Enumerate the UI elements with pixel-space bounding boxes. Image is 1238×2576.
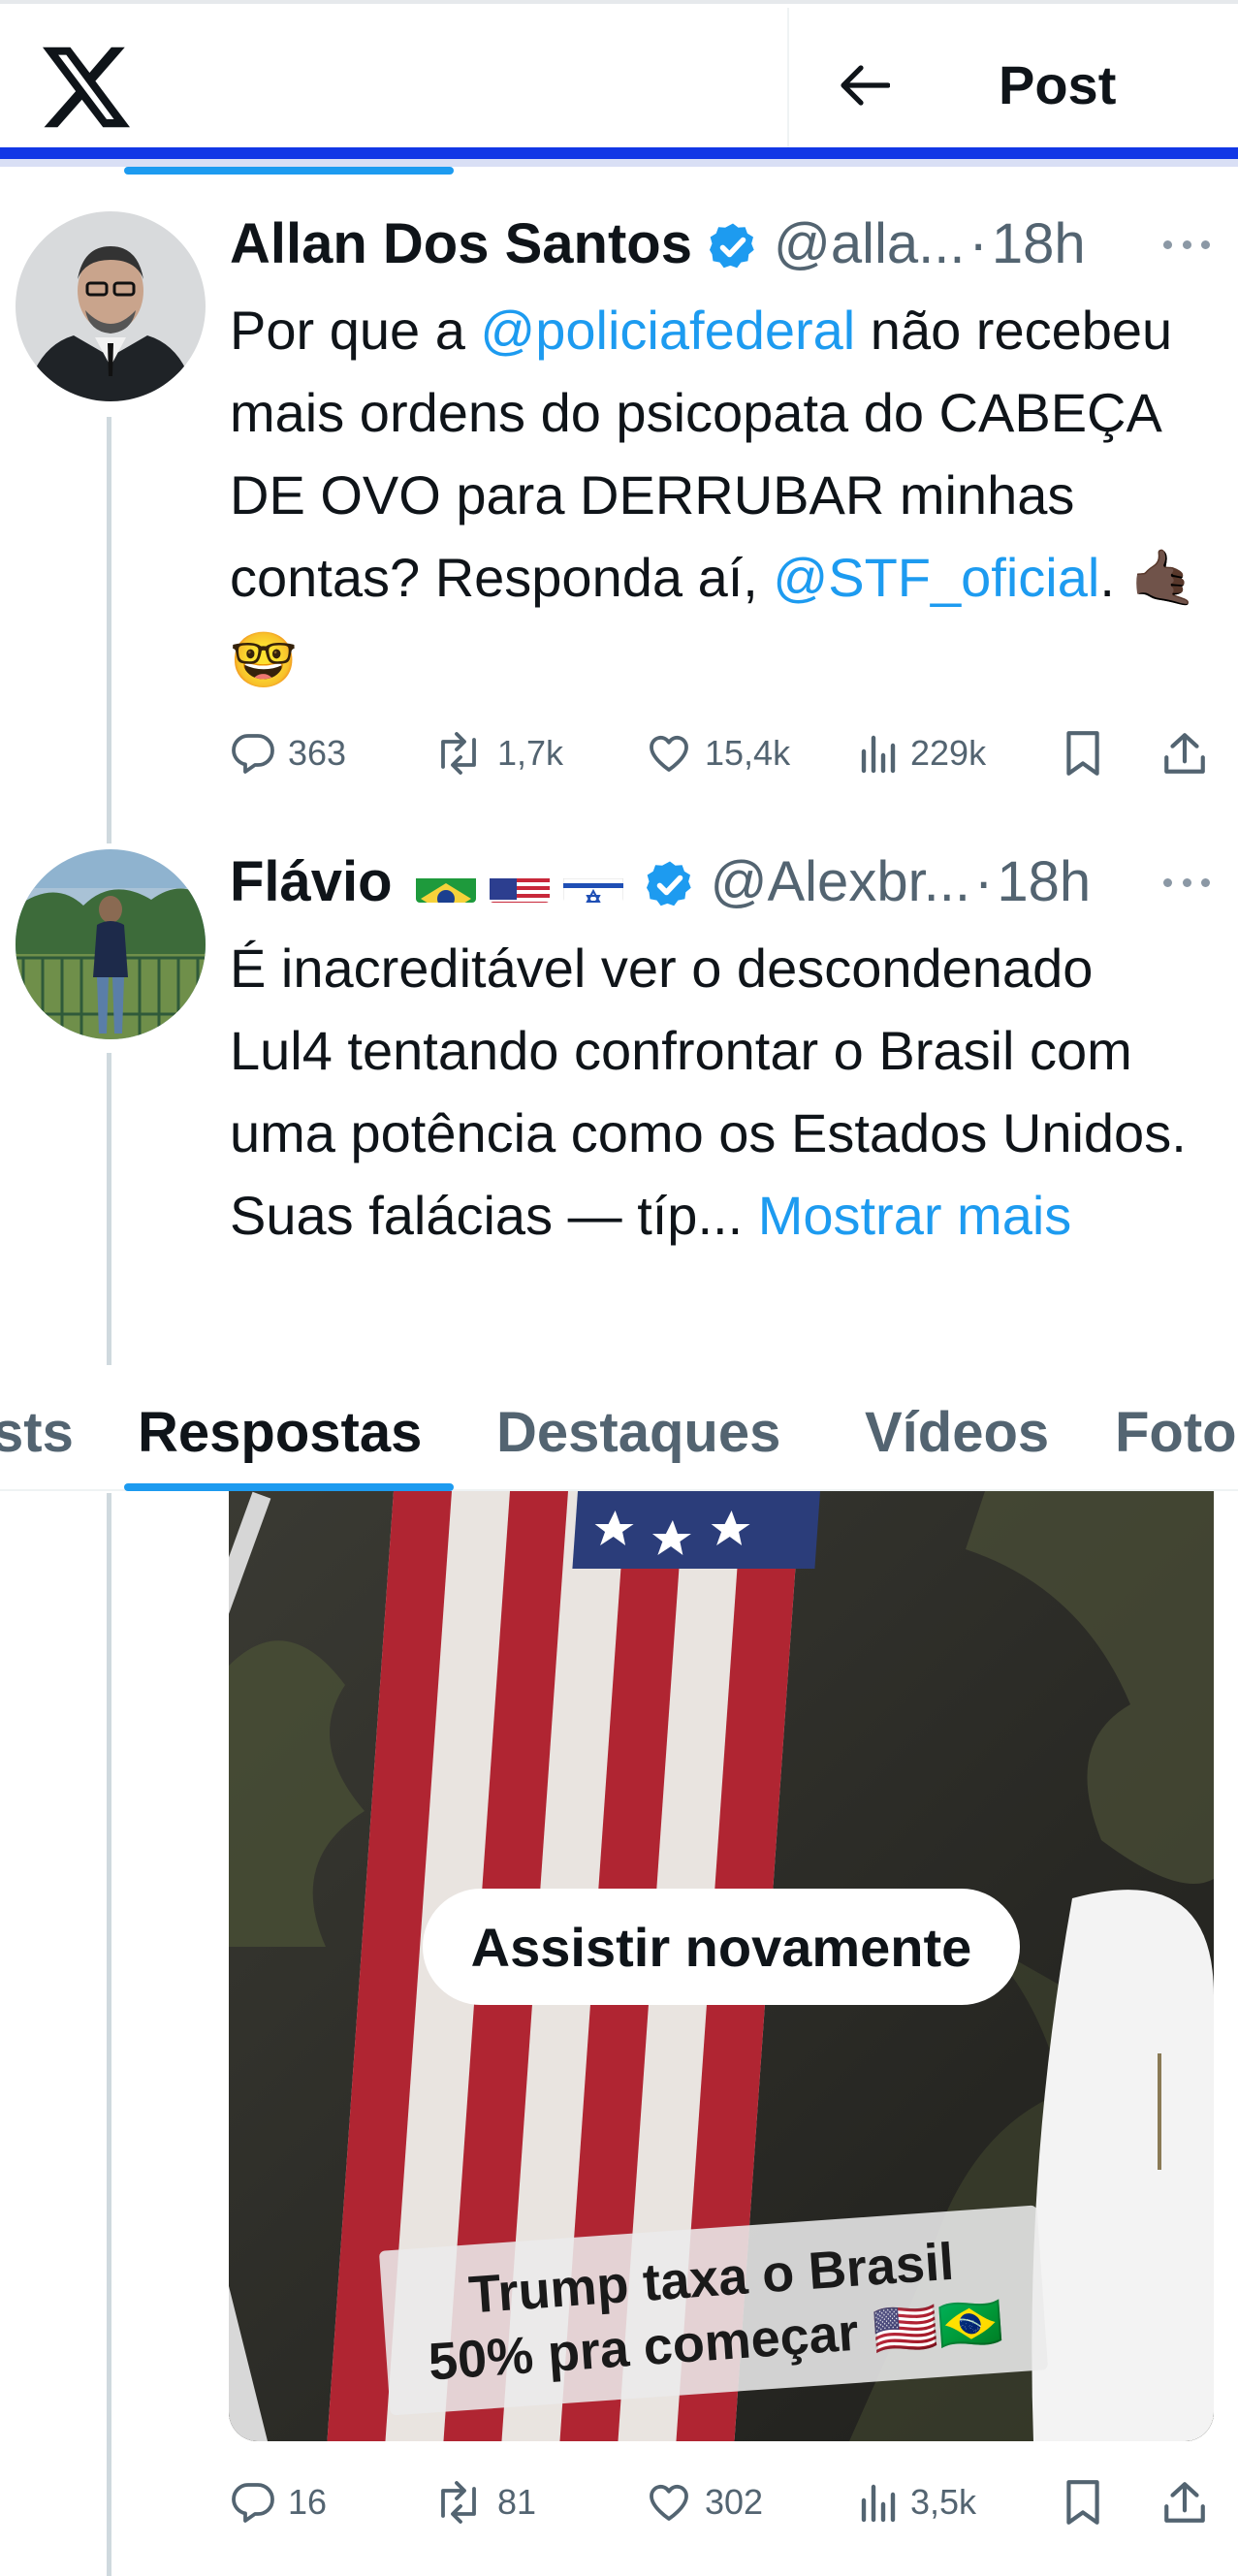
topbar-divider bbox=[787, 8, 789, 153]
replay-button[interactable]: Assistir novamente bbox=[423, 1889, 1020, 2005]
separator-dot: · bbox=[974, 850, 994, 913]
tweet-text-part: Por que a bbox=[230, 300, 481, 361]
author-name[interactable]: Allan Dos Santos bbox=[230, 206, 692, 283]
share-icon bbox=[1164, 733, 1205, 774]
tweet-text: Por que a @policiafederal não recebeu ma… bbox=[230, 289, 1209, 701]
header-accent-shade bbox=[0, 159, 1238, 167]
repost-icon bbox=[441, 2481, 476, 2524]
repost-count: 81 bbox=[497, 2482, 537, 2522]
header-accent-bar bbox=[0, 147, 1238, 159]
reply-count: 16 bbox=[288, 2482, 328, 2522]
timestamp[interactable]: 18h bbox=[997, 843, 1091, 921]
tab-replies[interactable]: Respostas bbox=[138, 1394, 422, 1472]
avatar[interactable] bbox=[16, 849, 206, 1039]
repost-button[interactable]: 81 bbox=[431, 2468, 536, 2536]
more-options-icon[interactable] bbox=[1163, 237, 1210, 252]
repost-button[interactable]: 1,7k bbox=[431, 719, 563, 787]
verified-badge-icon bbox=[643, 855, 697, 909]
verified-badge-icon bbox=[706, 217, 760, 271]
tweet-header: Flávio @Alexbr... · 18h bbox=[230, 843, 1091, 921]
reply-icon bbox=[232, 734, 274, 774]
profile-tabs: sts Respostas Destaques Vídeos Foto bbox=[0, 1365, 1238, 1491]
israel-flag-icon bbox=[562, 862, 623, 903]
separator-dot: · bbox=[968, 212, 988, 275]
view-count: 3,5k bbox=[910, 2482, 977, 2522]
views-chart-icon bbox=[861, 735, 896, 774]
bookmark-button[interactable] bbox=[1063, 719, 1114, 787]
tab-posts[interactable]: sts bbox=[0, 1394, 74, 1472]
like-button[interactable]: 15,4k bbox=[645, 719, 790, 787]
share-button[interactable] bbox=[1162, 719, 1219, 787]
tab-photos[interactable]: Foto bbox=[1115, 1394, 1237, 1472]
mention-link[interactable]: @STF_oficial bbox=[773, 547, 1099, 608]
tweet-actions: 363 1,7k 15,4k 229k bbox=[230, 719, 1219, 787]
active-tab-indicator bbox=[124, 1483, 454, 1491]
tab-indicator-ghost bbox=[124, 167, 454, 175]
reply-button[interactable]: 16 bbox=[230, 2468, 327, 2536]
tweet-actions: 16 81 302 3,5k bbox=[230, 2468, 1219, 2536]
views-button[interactable]: 3,5k bbox=[856, 2468, 976, 2536]
repost-count: 1,7k bbox=[497, 733, 564, 773]
brazil-flag-icon bbox=[415, 862, 476, 903]
tweet-header: Allan Dos Santos @alla... · 18h bbox=[230, 206, 1086, 283]
thread-line bbox=[107, 417, 111, 843]
views-chart-icon bbox=[861, 2484, 896, 2523]
author-name[interactable]: Flávio bbox=[230, 843, 393, 921]
like-button[interactable]: 302 bbox=[645, 2468, 763, 2536]
x-logo-icon[interactable] bbox=[43, 47, 130, 128]
author-handle[interactable]: @alla... bbox=[774, 206, 966, 283]
repost-icon bbox=[441, 732, 476, 775]
reply-button[interactable]: 363 bbox=[230, 719, 346, 787]
share-icon bbox=[1164, 2482, 1205, 2523]
timestamp[interactable]: 18h bbox=[992, 206, 1086, 283]
share-button[interactable] bbox=[1162, 2468, 1219, 2536]
heart-icon bbox=[650, 2484, 688, 2521]
bookmark-icon bbox=[1066, 731, 1099, 776]
page-title: Post bbox=[999, 54, 1117, 115]
tab-highlights[interactable]: Destaques bbox=[496, 1394, 780, 1472]
author-handle[interactable]: @Alexbr... bbox=[711, 843, 970, 921]
mention-link[interactable]: @policiafederal bbox=[480, 300, 855, 361]
view-count: 229k bbox=[910, 733, 987, 773]
heart-icon bbox=[650, 735, 688, 772]
views-button[interactable]: 229k bbox=[856, 719, 986, 787]
back-arrow-icon[interactable] bbox=[836, 50, 894, 120]
more-options-icon[interactable] bbox=[1163, 875, 1210, 890]
show-more-link[interactable]: Mostrar mais bbox=[743, 1185, 1072, 1246]
top-bar: Post bbox=[0, 0, 1238, 153]
video-player[interactable]: Assistir novamente Trump taxa o Brasil 5… bbox=[229, 1491, 1214, 2441]
bookmark-button[interactable] bbox=[1063, 2468, 1114, 2536]
tweet-text: É inacreditável ver o descondenado Lul4 … bbox=[230, 927, 1209, 1256]
reply-count: 363 bbox=[288, 733, 347, 773]
usa-flag-icon bbox=[489, 862, 550, 903]
thread-line bbox=[107, 1053, 111, 1365]
bookmark-icon bbox=[1066, 2480, 1099, 2525]
reply-icon bbox=[232, 2483, 274, 2523]
avatar[interactable] bbox=[16, 211, 206, 401]
like-count: 302 bbox=[705, 2482, 764, 2522]
like-count: 15,4k bbox=[705, 733, 791, 773]
tab-videos[interactable]: Vídeos bbox=[865, 1394, 1049, 1472]
thread-line bbox=[107, 1493, 111, 2576]
